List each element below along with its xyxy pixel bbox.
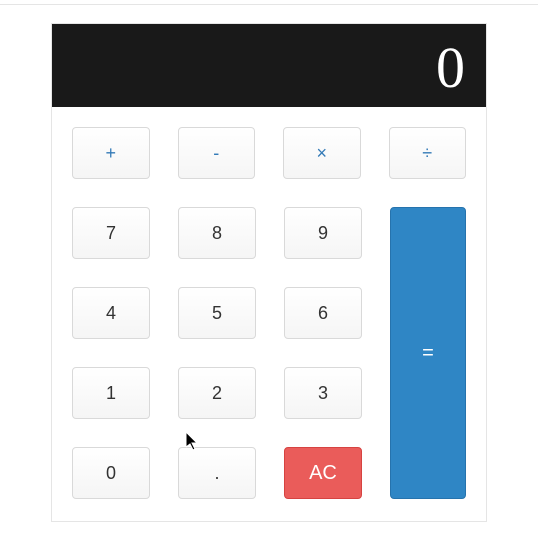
digit-1-button[interactable]: 1 — [72, 367, 150, 419]
digit-4-button[interactable]: 4 — [72, 287, 150, 339]
display: 0 — [52, 24, 486, 107]
clear-button[interactable]: AC — [284, 447, 362, 499]
keypad: + - × ÷ 7 8 9 4 5 6 1 2 3 — [52, 107, 486, 521]
digit-0-button[interactable]: 0 — [72, 447, 150, 499]
add-button[interactable]: + — [72, 127, 150, 179]
calculator: 0 + - × ÷ 7 8 9 4 5 6 1 — [51, 23, 487, 522]
digit-3-button[interactable]: 3 — [284, 367, 362, 419]
divide-button[interactable]: ÷ — [389, 127, 467, 179]
digit-8-button[interactable]: 8 — [178, 207, 256, 259]
digit-5-button[interactable]: 5 — [178, 287, 256, 339]
equals-button[interactable]: = — [390, 207, 466, 499]
digit-2-button[interactable]: 2 — [178, 367, 256, 419]
decimal-button[interactable]: . — [178, 447, 256, 499]
digit-7-button[interactable]: 7 — [72, 207, 150, 259]
digit-6-button[interactable]: 6 — [284, 287, 362, 339]
multiply-button[interactable]: × — [283, 127, 361, 179]
digit-9-button[interactable]: 9 — [284, 207, 362, 259]
subtract-button[interactable]: - — [178, 127, 256, 179]
